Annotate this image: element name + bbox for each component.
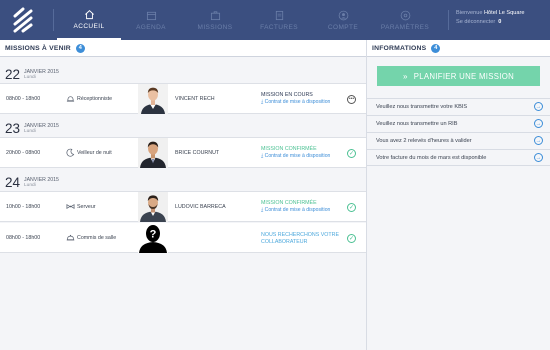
- employee-name: BRICE COURNUT: [175, 150, 220, 156]
- contract-link-label: Contrat de mise à disposition: [264, 99, 331, 105]
- mission-row[interactable]: 08h00 - 18h00 Commis de salle ? NOUS REC…: [0, 223, 366, 253]
- moon-icon: [66, 148, 75, 157]
- contract-link-label: Contrat de mise à disposition: [264, 207, 331, 213]
- settings-icon: [400, 10, 410, 20]
- nav-label: COMPTE: [327, 23, 359, 31]
- mission-role: Commis de salle: [77, 235, 117, 241]
- mission-time: 08h00 - 18h00: [6, 96, 41, 102]
- chevron-right-icon: »: [402, 71, 408, 81]
- plan-mission-button[interactable]: » PLANIFIER UNE MISSION: [377, 66, 540, 86]
- check-icon[interactable]: ✓: [347, 149, 356, 158]
- avatar: [138, 192, 168, 222]
- invoice-icon: [275, 10, 283, 20]
- logout-link[interactable]: Se déconnecter: [456, 19, 495, 25]
- top-nav-bar: ACCUEIL AGENDA MISSIONS FACTURES COMPTE …: [0, 0, 550, 40]
- bell-icon: [66, 96, 75, 102]
- info-item-label: Votre facture du mois de mars est dispon…: [376, 154, 487, 161]
- day-weekday: Lundi: [24, 183, 36, 188]
- missions-panel: MISSIONS À VENIR 4 22 JANVIER 2015 Lundi…: [0, 40, 367, 350]
- info-item-facture[interactable]: Votre facture du mois de mars est dispon…: [367, 149, 550, 166]
- nav-item-missions[interactable]: MISSIONS: [183, 0, 247, 40]
- arrow-right-icon: →: [534, 102, 543, 111]
- unknown-avatar-icon: ?: [138, 223, 168, 253]
- nav-item-compte[interactable]: COMPTE: [311, 0, 375, 40]
- notification-count[interactable]: 0: [498, 19, 501, 25]
- arrow-right-icon: →: [534, 119, 543, 128]
- bowtie-icon: [66, 204, 75, 209]
- nav-label: MISSIONS: [197, 23, 233, 31]
- check-icon[interactable]: ✓: [347, 203, 356, 212]
- info-list: Veuillez nous transmettre votre KBIS → V…: [367, 98, 550, 166]
- nav-label: FACTURES: [260, 23, 298, 31]
- nav-label: ACCUEIL: [73, 22, 105, 30]
- day-number: 24: [5, 175, 21, 190]
- arrow-right-icon: →: [534, 153, 543, 162]
- nav-item-agenda[interactable]: AGENDA: [119, 0, 183, 40]
- nav-item-accueil[interactable]: ACCUEIL: [57, 0, 121, 40]
- mission-status: MISSION CONFIRMÉE: [261, 146, 317, 152]
- mission-status: MISSION CONFIRMÉE: [261, 200, 317, 206]
- mission-row[interactable]: 10h00 - 18h00 Serveur LUDOVIC BARRECA MI…: [0, 192, 366, 222]
- employee-name: VINCENT RECH: [175, 96, 215, 102]
- home-icon: [84, 9, 94, 19]
- contract-link[interactable]: ⤓ Contrat de mise à disposition: [261, 99, 330, 106]
- informations-header: INFORMATIONS 4: [367, 40, 550, 57]
- user-icon: [338, 10, 348, 20]
- logo-icon: [13, 7, 33, 33]
- info-item-kbis[interactable]: Veuillez nous transmettre votre KBIS →: [367, 98, 550, 115]
- day-header: 24 JANVIER 2015 Lundi: [0, 172, 366, 192]
- informations-title: INFORMATIONS: [372, 44, 427, 52]
- mission-time: 10h00 - 18h00: [6, 204, 41, 210]
- nav-label: PARAMÈTRES: [380, 23, 430, 31]
- nav-item-parametres[interactable]: PARAMÈTRES: [373, 0, 437, 40]
- nav-item-factures[interactable]: FACTURES: [247, 0, 311, 40]
- contract-link[interactable]: ⤓ Contrat de mise à disposition: [261, 207, 330, 214]
- mission-row[interactable]: 20h00 - 08h00 Veilleur de nuit BRICE COU…: [0, 138, 366, 168]
- mission-role: Veilleur de nuit: [77, 150, 112, 156]
- mission-role: Réceptionniste: [77, 96, 113, 102]
- user-divider: [448, 10, 449, 30]
- welcome-text: Bienvenue: [456, 10, 483, 16]
- check-icon[interactable]: ✓: [347, 234, 356, 243]
- user-box: Bienvenue Hôtel Le Square Se déconnecter…: [456, 9, 550, 27]
- informations-count-badge: 4: [431, 43, 441, 53]
- cloche-icon: [66, 234, 75, 241]
- mission-row[interactable]: 08h00 - 18h00 Réceptionniste VINCENT REC…: [0, 84, 366, 114]
- avatar: [138, 84, 168, 114]
- day-header: 23 JANVIER 2015 Lundi: [0, 118, 366, 138]
- briefcase-icon: [210, 10, 220, 20]
- day-header: 22 JANVIER 2015 Lundi: [0, 64, 366, 84]
- missions-header: MISSIONS À VENIR 4: [0, 40, 366, 57]
- missions-count-badge: 4: [75, 43, 85, 53]
- contract-link-label: Contrat de mise à disposition: [264, 153, 331, 159]
- info-item-label: Veuillez nous transmettre votre KBIS: [376, 104, 468, 110]
- day-weekday: Lundi: [24, 75, 36, 80]
- mission-time: 20h00 - 08h00: [6, 150, 41, 156]
- user-name: Hôtel Le Square: [484, 10, 525, 16]
- plan-mission-label: PLANIFIER UNE MISSION: [413, 71, 515, 81]
- day-weekday: Lundi: [24, 129, 36, 134]
- day-number: 23: [5, 121, 21, 136]
- nav-divider: [53, 9, 54, 31]
- mission-role: Serveur: [77, 204, 96, 210]
- informations-panel: INFORMATIONS 4 » PLANIFIER UNE MISSION V…: [367, 40, 550, 350]
- nav-label: AGENDA: [136, 23, 166, 31]
- day-number: 22: [5, 67, 21, 82]
- missions-title: MISSIONS À VENIR: [5, 44, 71, 52]
- mission-status: NOUS RECHERCHONS VOTRE COLLABORATEUR: [261, 232, 339, 245]
- info-item-rib[interactable]: Veuillez nous transmettre un RIB →: [367, 115, 550, 132]
- info-item-label: Vous avez 2 relevés d'heures à valider: [376, 138, 472, 144]
- mission-status: MISSION EN COURS: [261, 92, 313, 98]
- mission-time: 08h00 - 18h00: [6, 235, 41, 241]
- info-item-label: Veuillez nous transmettre un RIB: [376, 121, 458, 127]
- info-item-releves[interactable]: Vous avez 2 relevés d'heures à valider →: [367, 132, 550, 149]
- employee-name: LUDOVIC BARRECA: [175, 204, 226, 210]
- contract-link[interactable]: ⤓ Contrat de mise à disposition: [261, 153, 330, 160]
- app-logo[interactable]: [0, 0, 46, 40]
- more-icon[interactable]: •••: [347, 95, 356, 104]
- arrow-right-icon: →: [534, 136, 543, 145]
- calendar-icon: [146, 11, 156, 20]
- svg-text:?: ?: [150, 229, 157, 241]
- avatar: [138, 138, 168, 168]
